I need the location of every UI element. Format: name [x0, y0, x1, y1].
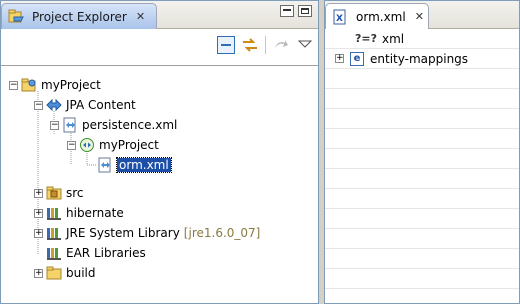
jpa-content-icon [46, 97, 62, 113]
collapse-toggle[interactable]: − [67, 140, 76, 150]
outline-row-entity-mappings[interactable]: + e entity-mappings [325, 49, 519, 69]
collapse-toggle[interactable]: − [9, 80, 18, 90]
toolbar-divider [1, 65, 318, 66]
empty-row [325, 269, 519, 289]
library-icon [46, 205, 62, 221]
maximize-icon[interactable] [298, 5, 312, 17]
persistence-xml-icon [62, 117, 78, 133]
expand-toggle[interactable]: + [335, 54, 344, 63]
tree-item-ear-libraries[interactable]: EAR Libraries [34, 243, 146, 263]
tab-project-explorer-label: Project Explorer [32, 9, 127, 24]
tree-item-myproject[interactable]: − myProject [9, 75, 101, 95]
tree-item-label: src [66, 186, 84, 200]
tree-item-orm-xml[interactable]: orm.xml [97, 155, 172, 175]
tree-item-jpa-content[interactable]: − JPA Content [34, 95, 136, 115]
close-icon[interactable]: ✕ [415, 10, 424, 23]
tree-item-label: myProject [41, 78, 101, 92]
project-explorer-toolbar [1, 29, 318, 65]
tree-item-persistence-unit[interactable]: − myProject [67, 135, 159, 155]
xml-file-icon: X [332, 9, 348, 25]
minimize-icon[interactable] [280, 5, 294, 17]
empty-row [325, 169, 519, 189]
project-explorer-icon [8, 9, 24, 25]
expand-toggle[interactable]: + [34, 268, 43, 278]
empty-row [325, 129, 519, 149]
project-explorer-panel: Project Explorer ✕ − myProject − JPA Con… [0, 0, 319, 304]
expand-toggle[interactable]: + [34, 188, 43, 198]
empty-row [325, 149, 519, 169]
empty-row [325, 109, 519, 129]
tab-orm-xml[interactable]: X orm.xml ✕ [325, 3, 429, 29]
tree-item-label: build [66, 266, 96, 280]
tree-item-label: JPA Content [66, 98, 136, 112]
folder-icon [46, 265, 62, 281]
toolbar-separator [265, 36, 266, 54]
empty-row [325, 89, 519, 109]
editor-tabbar: X orm.xml ✕ [325, 1, 519, 29]
tree-item-label: JRE System Library [66, 226, 180, 240]
svg-text:X: X [336, 14, 343, 24]
jre-version-label: [jre1.6.0_07] [183, 226, 261, 240]
element-icon: e [350, 51, 364, 66]
project-explorer-tabbar: Project Explorer ✕ [1, 1, 318, 29]
expand-toggle[interactable]: + [34, 228, 43, 238]
tree-item-jre-system-library[interactable]: + JRE System Library [jre1.6.0_07] [34, 223, 260, 243]
outline-row-xml[interactable]: ?=? xml [325, 29, 519, 49]
outline-row-label: entity-mappings [370, 51, 469, 66]
project-icon [21, 77, 37, 93]
tree-item-label: myProject [99, 138, 159, 152]
empty-row [325, 69, 519, 89]
processing-instruction-icon: ?=? [355, 32, 377, 45]
close-icon[interactable]: ✕ [136, 10, 145, 23]
orm-xml-icon [97, 157, 113, 173]
library-icon [46, 245, 62, 261]
outline-row-label: xml [381, 31, 405, 46]
library-icon [46, 225, 62, 241]
tree-item-persistence-xml[interactable]: − persistence.xml [50, 115, 177, 135]
tree-item-hibernate[interactable]: + hibernate [34, 203, 124, 223]
collapse-toggle[interactable]: − [34, 100, 43, 110]
tab-orm-xml-label: orm.xml [356, 9, 406, 24]
empty-row [325, 249, 519, 269]
expand-toggle[interactable]: + [34, 208, 43, 218]
collapse-all-icon[interactable] [217, 36, 235, 54]
tree-item-label: hibernate [66, 206, 124, 220]
persistence-unit-icon [79, 137, 95, 153]
source-folder-icon [46, 185, 62, 201]
view-controls [280, 5, 312, 17]
collapse-toggle[interactable]: − [50, 120, 59, 130]
xml-outline: ?=? xml + e entity-mappings [325, 29, 519, 289]
empty-row [325, 189, 519, 209]
tree-item-label: EAR Libraries [66, 246, 146, 260]
tree-item-build[interactable]: + build [34, 263, 96, 283]
xml-editor-panel: X orm.xml ✕ ?=? xml + e entity-mappings [324, 0, 520, 304]
link-with-editor-icon[interactable] [241, 36, 259, 54]
tree-item-src[interactable]: + src [34, 183, 84, 203]
tree-item-label-selected: orm.xml [116, 157, 172, 173]
view-menu-icon[interactable] [296, 36, 314, 54]
tab-project-explorer[interactable]: Project Explorer ✕ [1, 3, 157, 29]
forward-icon[interactable] [272, 36, 290, 54]
empty-row [325, 229, 519, 249]
tree-item-label: persistence.xml [82, 118, 178, 132]
empty-row [325, 209, 519, 229]
